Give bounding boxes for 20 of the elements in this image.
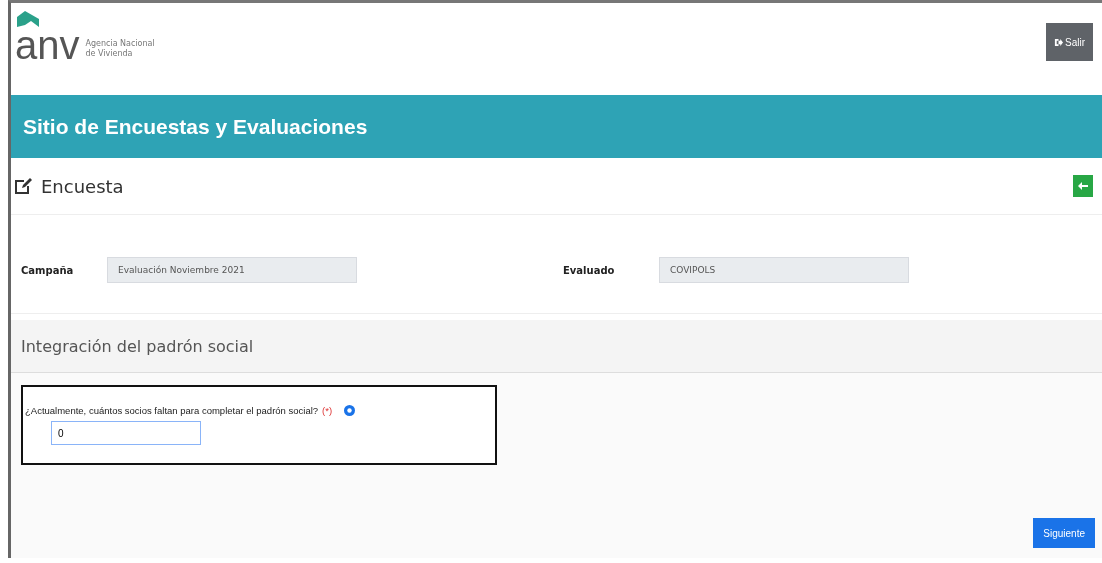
field-label: Evaluado	[563, 264, 616, 276]
field-label: Campaña	[21, 264, 75, 276]
section-title: Integración del padrón social	[21, 336, 254, 356]
next-button[interactable]: Siguiente	[1033, 518, 1095, 548]
readonly-field[interactable]: COVIPOLS	[659, 257, 909, 283]
required-mark: (*)	[322, 405, 333, 416]
logo-roof-icon	[17, 11, 39, 27]
back-button[interactable]	[1073, 175, 1093, 197]
sign-out-icon	[1054, 37, 1063, 47]
number-input[interactable]: 0	[51, 421, 201, 445]
site-title: Sitio de Encuestas y Evaluaciones	[23, 114, 368, 139]
info-icon[interactable]	[344, 405, 356, 416]
arrow-left-icon	[1078, 181, 1088, 191]
readonly-field[interactable]: Evaluación Noviembre 2021	[107, 257, 357, 283]
edit-icon	[13, 176, 33, 196]
logout-button[interactable]: Salir	[1046, 23, 1093, 61]
question-text: ¿Actualmente, cuántos socios faltan para completar el padrón social?	[25, 405, 319, 416]
logo-subtitle: Agencia Nacional de Vivienda	[85, 39, 155, 60]
page-title: Encuesta	[41, 175, 125, 197]
logo-text: anv	[15, 27, 80, 63]
